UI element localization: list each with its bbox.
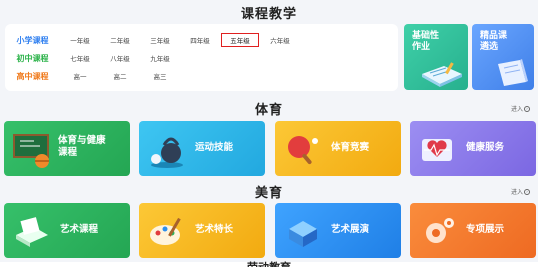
arts-card-showcase[interactable]: 专项展示 (410, 203, 536, 258)
homework-card[interactable]: 基础性 作业 (404, 24, 468, 90)
grade-button[interactable]: 高一 (60, 71, 100, 81)
level-row-senior: 高中课程 高一 高二 高三 (5, 67, 180, 85)
section-title-teaching: 课程教学 (240, 7, 297, 22)
homework-card-label: 基础性 作业 (412, 31, 439, 53)
level-label-primary[interactable]: 小学课程 (5, 35, 60, 46)
pe-card-health-course-line2: 课程 (58, 147, 78, 158)
arrow-right-icon: › (524, 105, 530, 112)
grade-button[interactable]: 六年级 (260, 35, 300, 45)
level-label-senior[interactable]: 高中课程 (5, 71, 60, 82)
grade-button[interactable]: 七年级 (60, 53, 100, 63)
level-row-junior: 初中课程 七年级 八年级 九年级 (5, 49, 180, 67)
selection-card-line1: 精品课 (480, 31, 508, 41)
arts-card-specialty[interactable]: 艺术特长 (139, 203, 265, 258)
arts-card-showcase-label: 专项展示 (466, 224, 505, 235)
section-title-pe: 体育 (254, 103, 283, 118)
grade-button[interactable]: 高二 (100, 71, 140, 81)
pe-card-health-course-line1: 体育与健康 (58, 135, 106, 146)
pe-card-health-service[interactable]: 健康服务 (410, 121, 536, 176)
pe-more-link[interactable]: 进入 › (511, 104, 530, 113)
level-row-primary: 小学课程 一年级 二年级 三年级 四年级 五年级 六年级 (5, 31, 300, 49)
section-title-arts: 美育 (254, 186, 283, 201)
arts-more-link[interactable]: 进入 › (511, 187, 530, 196)
section-title-next: 劳动教育 (0, 259, 538, 267)
arts-card-exhibition-label: 艺术展演 (331, 224, 370, 235)
kettlebell-icon (151, 137, 183, 168)
level-label-junior[interactable]: 初中课程 (5, 53, 60, 64)
palette-icon (150, 217, 181, 245)
paper-stack-icon (16, 217, 48, 247)
grade-button[interactable]: 五年级 (221, 33, 259, 47)
grade-button[interactable]: 一年级 (60, 35, 100, 45)
gear-icon (426, 218, 454, 243)
pe-card-competition-label: 体育竞赛 (331, 142, 370, 153)
pe-card-competition[interactable]: 体育竞赛 (275, 121, 401, 176)
pe-card-sports-skills[interactable]: 运动技能 (139, 121, 265, 176)
heart-monitor-icon (422, 139, 452, 161)
ping-pong-icon (288, 136, 318, 165)
pe-card-sports-skills-label: 运动技能 (195, 142, 234, 153)
book-icon (422, 62, 462, 87)
selection-card[interactable]: 精品课 遴选 (472, 24, 534, 90)
arrow-right-icon: › (524, 188, 530, 195)
pe-card-health-service-label: 健康服务 (466, 142, 505, 153)
grade-button[interactable]: 八年级 (100, 53, 140, 63)
grade-button[interactable]: 二年级 (100, 35, 140, 45)
next-section-strip: 劳动教育 (0, 259, 538, 270)
grade-panel: 小学课程 一年级 二年级 三年级 四年级 五年级 六年级 初中课程 七年级 八年级 九年级 高… (5, 24, 398, 91)
selection-card-label: 精品课 遴选 (480, 31, 507, 53)
grade-button[interactable]: 四年级 (180, 35, 220, 45)
arts-card-course-label: 艺术课程 (60, 224, 99, 235)
stage-cube-icon (289, 221, 317, 247)
arts-card-course[interactable]: 艺术课程 (4, 203, 130, 258)
chalkboard-icon (13, 134, 49, 168)
selection-card-line2: 遴选 (480, 42, 499, 52)
grade-button[interactable]: 九年级 (140, 53, 180, 63)
arts-more-label: 进入 (510, 189, 523, 196)
grade-button[interactable]: 高三 (140, 71, 180, 81)
pe-more-label: 进入 (510, 106, 523, 113)
document-icon (498, 59, 528, 86)
pe-card-health-course-label: 体育与健康 课程 (58, 135, 106, 159)
arts-card-exhibition[interactable]: 艺术展演 (275, 203, 401, 258)
pe-card-health-course[interactable]: 体育与健康 课程 (4, 121, 130, 176)
homework-card-line2: 作业 (412, 42, 431, 52)
grade-button[interactable]: 三年级 (140, 35, 180, 45)
homework-card-line1: 基础性 (412, 31, 440, 41)
arts-card-specialty-label: 艺术特长 (195, 224, 234, 235)
